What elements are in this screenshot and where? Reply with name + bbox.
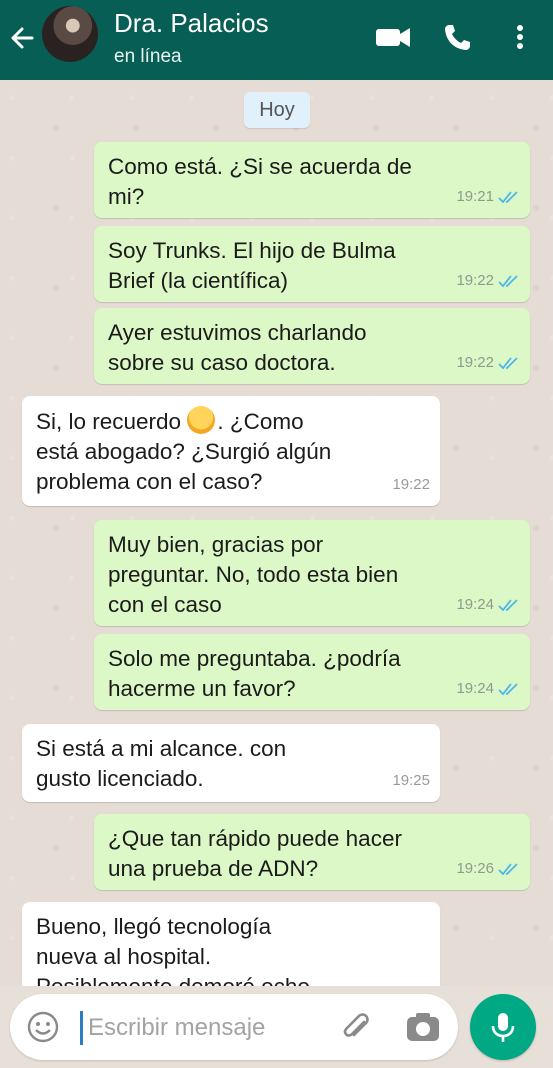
double-check-icon	[498, 357, 518, 370]
message-text: Como está. ¿Si se acuerda de mi?	[108, 154, 412, 209]
camera-icon[interactable]	[404, 1010, 442, 1044]
outgoing-message[interactable]: Ayer estuvimos charlando sobre su caso d…	[94, 308, 530, 384]
message-time: 19:22	[456, 354, 494, 371]
mic-icon	[491, 1013, 515, 1042]
message-text: Ayer estuvimos charlando sobre su caso d…	[108, 320, 367, 375]
message-time: 19:22	[456, 272, 494, 289]
message-time: 19:22	[392, 476, 430, 493]
incoming-message[interactable]: Si, lo recuerdo . ¿Como está abogado? ¿S…	[22, 396, 440, 506]
message-time: 19:25	[392, 772, 430, 789]
emoji-icon[interactable]	[26, 1010, 60, 1044]
video-call-icon[interactable]	[372, 20, 414, 54]
attach-icon[interactable]	[338, 1010, 374, 1046]
message-text: Si, lo recuerdo . ¿Como está abogado? ¿S…	[36, 406, 426, 497]
message-text: Soy Trunks. El hijo de Bulma Brief (la c…	[108, 238, 396, 293]
message-time: 19:24	[456, 680, 494, 697]
chat-header: Dra. Palacios en línea	[0, 0, 553, 80]
avatar[interactable]	[42, 6, 98, 62]
contact-name[interactable]: Dra. Palacios	[114, 8, 269, 39]
contact-status: en línea	[114, 46, 182, 67]
incoming-message[interactable]: Si está a mi alcance. con gusto licencia…	[22, 724, 440, 802]
outgoing-message[interactable]: Como está. ¿Si se acuerda de mi? 19:21	[94, 142, 530, 218]
outgoing-message[interactable]: ¿Que tan rápido puede hacer una prueba d…	[94, 814, 530, 890]
text-cursor	[80, 1011, 83, 1045]
double-check-icon	[498, 275, 518, 288]
compose-bar	[10, 994, 458, 1060]
message-time: 19:26	[456, 860, 494, 877]
message-list[interactable]: Hoy Como está. ¿Si se acuerda de mi? 19:…	[0, 80, 553, 986]
message-text: Bueno, llegó tecnología nueva al hospita…	[36, 914, 310, 986]
mic-button[interactable]	[470, 994, 536, 1060]
back-arrow-icon[interactable]	[8, 20, 36, 56]
message-time: 19:24	[456, 596, 494, 613]
date-chip: Hoy	[244, 92, 310, 128]
message-time: 19:21	[456, 188, 494, 205]
double-check-icon	[498, 191, 518, 204]
outgoing-message[interactable]: Soy Trunks. El hijo de Bulma Brief (la c…	[94, 226, 530, 302]
double-check-icon	[498, 599, 518, 612]
smiling-face-emoji-icon	[187, 406, 216, 434]
double-check-icon	[498, 863, 518, 876]
message-text: ¿Que tan rápido puede hacer una prueba d…	[108, 826, 402, 881]
double-check-icon	[498, 683, 518, 696]
message-text: Solo me preguntaba. ¿podría hacerme un f…	[108, 646, 401, 701]
phone-icon[interactable]	[440, 20, 476, 54]
outgoing-message[interactable]: Solo me preguntaba. ¿podría hacerme un f…	[94, 634, 530, 710]
more-vert-icon[interactable]	[510, 20, 530, 54]
message-text: Muy bien, gracias por preguntar. No, tod…	[108, 532, 399, 617]
outgoing-message[interactable]: Muy bien, gracias por preguntar. No, tod…	[94, 520, 530, 626]
incoming-message[interactable]: Bueno, llegó tecnología nueva al hospita…	[22, 902, 440, 986]
message-input[interactable]	[86, 1006, 310, 1050]
message-text: Si está a mi alcance. con gusto licencia…	[36, 736, 287, 791]
